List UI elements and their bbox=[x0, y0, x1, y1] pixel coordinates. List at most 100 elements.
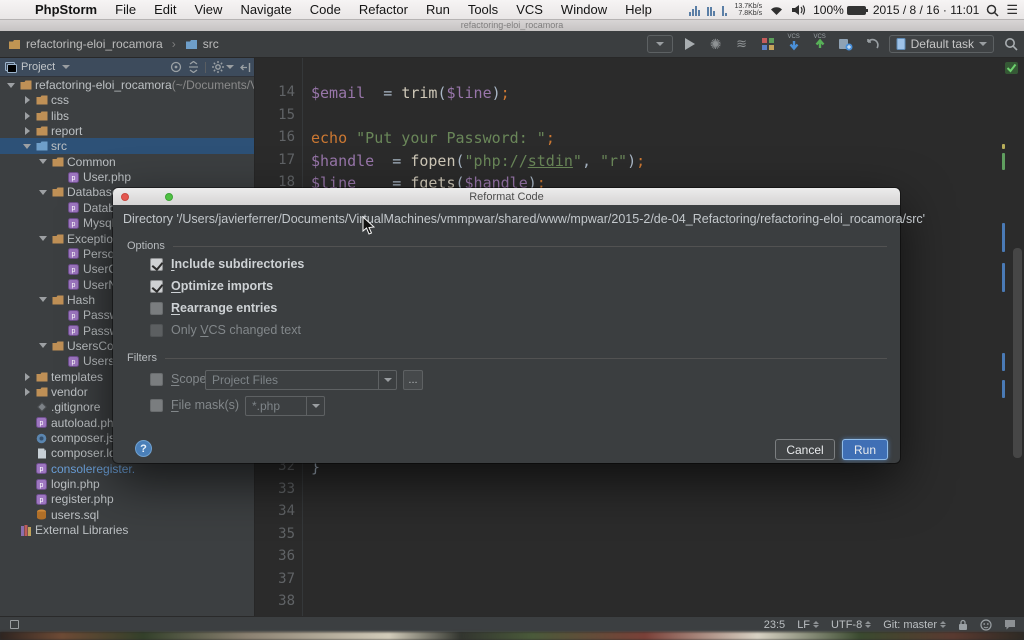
expanded-arrow-icon[interactable] bbox=[36, 190, 50, 195]
tree-item-refactoring-eloi-rocamora[interactable]: refactoring-eloi_rocamora (~/Documents/V… bbox=[0, 77, 255, 93]
tree-item-users-sql[interactable]: users.sql bbox=[0, 507, 255, 523]
menu-item-code[interactable]: Code bbox=[301, 2, 350, 17]
error-stripe-mark[interactable] bbox=[1002, 263, 1005, 292]
checkbox[interactable] bbox=[150, 302, 163, 315]
dialog-titlebar[interactable]: Reformat Code bbox=[113, 188, 900, 205]
window-title: refactoring-eloi_rocamora bbox=[0, 20, 1024, 31]
vcs-update-icon[interactable]: VCS bbox=[785, 35, 803, 53]
coverage-icon[interactable]: ✺ bbox=[707, 35, 725, 53]
network-speed[interactable]: 13.7Kb/s 7.8Kb/s bbox=[734, 3, 762, 17]
filemask-checkbox[interactable] bbox=[150, 399, 163, 412]
git-branch-selector[interactable]: Git: master bbox=[883, 619, 946, 631]
caret-position[interactable]: 23:5 bbox=[764, 619, 785, 631]
expanded-arrow-icon[interactable] bbox=[36, 297, 50, 302]
tree-item-src[interactable]: src bbox=[0, 138, 255, 154]
help-button[interactable]: ? bbox=[135, 440, 152, 457]
tree-item-report[interactable]: report bbox=[0, 123, 255, 139]
error-stripe-mark[interactable] bbox=[1002, 223, 1005, 252]
php-icon: p bbox=[34, 494, 49, 505]
collapsed-arrow-icon[interactable] bbox=[20, 96, 34, 104]
code-line-17[interactable]: $handle = fopen("php://stdin", "r"); bbox=[311, 152, 645, 170]
checkbox[interactable] bbox=[150, 324, 163, 337]
menu-item-run[interactable]: Run bbox=[417, 2, 459, 17]
cancel-button[interactable]: Cancel bbox=[775, 439, 835, 460]
vcs-commit-icon[interactable]: VCS bbox=[811, 35, 829, 53]
scope-combobox[interactable]: Project Files bbox=[205, 370, 397, 390]
toolwindow-toggle-icon[interactable] bbox=[10, 620, 19, 629]
collapse-all-icon[interactable] bbox=[188, 61, 199, 73]
scope-checkbox[interactable] bbox=[150, 373, 163, 386]
checkbox[interactable] bbox=[150, 258, 163, 271]
collapsed-arrow-icon[interactable] bbox=[20, 373, 34, 381]
menu-item-file[interactable]: File bbox=[106, 2, 145, 17]
battery-indicator[interactable]: 100% bbox=[813, 3, 866, 17]
tree-item-user-php[interactable]: pUser.php bbox=[0, 169, 255, 185]
collapsed-arrow-icon[interactable] bbox=[20, 112, 34, 120]
breadcrumb-src[interactable]: src bbox=[203, 37, 219, 51]
menu-item-vcs[interactable]: VCS bbox=[507, 2, 552, 17]
tree-item-register-php[interactable]: pregister.php bbox=[0, 491, 255, 507]
menu-item-window[interactable]: Window bbox=[552, 2, 616, 17]
hide-panel-icon[interactable] bbox=[240, 62, 251, 73]
task-dropdown[interactable]: Default task bbox=[889, 35, 994, 53]
search-everywhere-icon[interactable] bbox=[1002, 35, 1020, 53]
expanded-arrow-icon[interactable] bbox=[36, 236, 50, 241]
disk-meter-icon[interactable] bbox=[722, 5, 727, 16]
encoding-selector[interactable]: UTF-8 bbox=[831, 619, 871, 631]
tree-item-libs[interactable]: libs bbox=[0, 108, 255, 124]
locate-file-icon[interactable] bbox=[170, 61, 182, 73]
menubar-clock[interactable]: 2015 / 8 / 16 · 11:01 bbox=[873, 3, 980, 17]
spotlight-search-icon[interactable] bbox=[986, 4, 999, 17]
editor-scrollbar[interactable] bbox=[1013, 248, 1022, 458]
profiler-icon[interactable]: ≋ bbox=[733, 35, 751, 53]
collapsed-arrow-icon[interactable] bbox=[20, 127, 34, 135]
line-ending-selector[interactable]: LF bbox=[797, 619, 819, 631]
error-stripe-mark[interactable] bbox=[1002, 353, 1005, 371]
expanded-arrow-icon[interactable] bbox=[36, 159, 50, 164]
tree-item-consoleregister-[interactable]: pconsoleregister. bbox=[0, 461, 255, 477]
run-button[interactable] bbox=[681, 35, 699, 53]
tree-item-common[interactable]: Common bbox=[0, 154, 255, 170]
expanded-arrow-icon[interactable] bbox=[4, 83, 18, 88]
error-stripe-mark[interactable] bbox=[1002, 380, 1005, 398]
menu-item-phpstorm[interactable]: PhpStorm bbox=[26, 2, 106, 17]
menu-item-refactor[interactable]: Refactor bbox=[350, 2, 417, 17]
scope-browse-button[interactable]: ... bbox=[403, 370, 423, 390]
error-stripe-mark[interactable] bbox=[1002, 144, 1005, 149]
tree-item-css[interactable]: css bbox=[0, 92, 255, 108]
filemask-row: File mask(s) bbox=[150, 398, 239, 412]
code-line-16[interactable]: echo "Put your Password: "; bbox=[311, 129, 555, 147]
wifi-icon[interactable] bbox=[769, 5, 784, 16]
expanded-arrow-icon[interactable] bbox=[36, 343, 50, 348]
error-stripe-mark[interactable] bbox=[1002, 153, 1005, 170]
checkbox[interactable] bbox=[150, 280, 163, 293]
menu-item-help[interactable]: Help bbox=[616, 2, 661, 17]
event-log-icon[interactable] bbox=[1004, 619, 1016, 630]
settings-gear-icon[interactable] bbox=[212, 61, 234, 73]
project-view-dropdown-icon[interactable] bbox=[62, 65, 70, 69]
code-line-14[interactable]: $email = trim($line); bbox=[311, 84, 510, 102]
notification-center-icon[interactable]: ☰ bbox=[1006, 2, 1018, 18]
menu-item-view[interactable]: View bbox=[185, 2, 231, 17]
menu-item-tools[interactable]: Tools bbox=[459, 2, 507, 17]
inspections-status-icon[interactable] bbox=[1005, 62, 1018, 74]
tree-item-external-libraries[interactable]: External Libraries bbox=[0, 522, 255, 538]
tree-item-login-php[interactable]: plogin.php bbox=[0, 476, 255, 492]
filemask-combobox[interactable]: *.php bbox=[245, 396, 325, 416]
breadcrumb-project[interactable]: refactoring-eloi_rocamora bbox=[26, 37, 163, 51]
run-configuration-dropdown[interactable] bbox=[647, 35, 673, 53]
show-changes-icon[interactable] bbox=[837, 35, 855, 53]
expanded-arrow-icon[interactable] bbox=[20, 144, 34, 149]
lock-icon[interactable] bbox=[958, 619, 968, 631]
hector-inspector-icon[interactable] bbox=[980, 619, 992, 631]
collapsed-arrow-icon[interactable] bbox=[20, 388, 34, 396]
update-project-icon[interactable] bbox=[759, 35, 777, 53]
volume-icon[interactable] bbox=[791, 4, 806, 16]
memory-meter-icon[interactable] bbox=[707, 5, 715, 16]
cpu-meter-icon[interactable] bbox=[689, 5, 700, 16]
project-panel-title[interactable]: Project bbox=[21, 61, 55, 73]
menu-item-navigate[interactable]: Navigate bbox=[231, 2, 300, 17]
menu-item-edit[interactable]: Edit bbox=[145, 2, 185, 17]
run-dialog-button[interactable]: Run bbox=[842, 439, 888, 460]
rollback-icon[interactable] bbox=[863, 35, 881, 53]
